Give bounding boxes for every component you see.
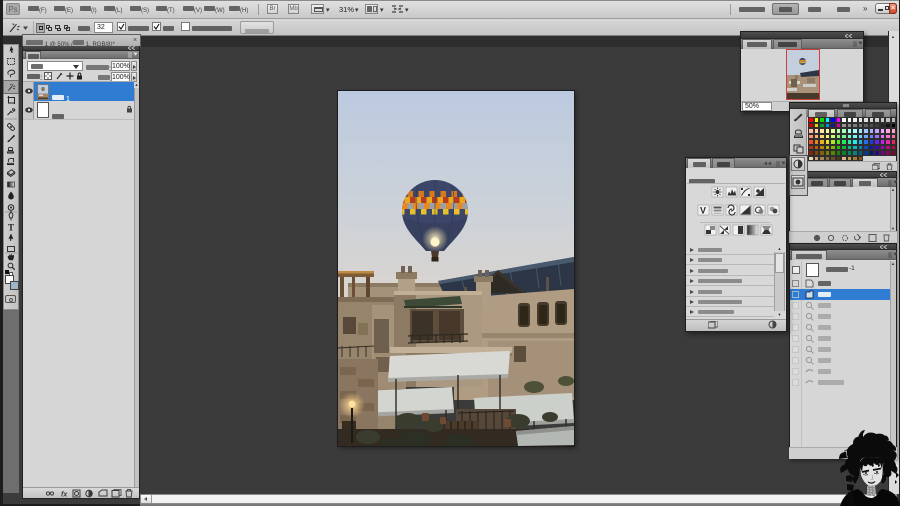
svg-text:V: V: [700, 206, 706, 216]
svg-text:T: T: [8, 223, 14, 233]
svg-text:fx: fx: [61, 492, 68, 499]
